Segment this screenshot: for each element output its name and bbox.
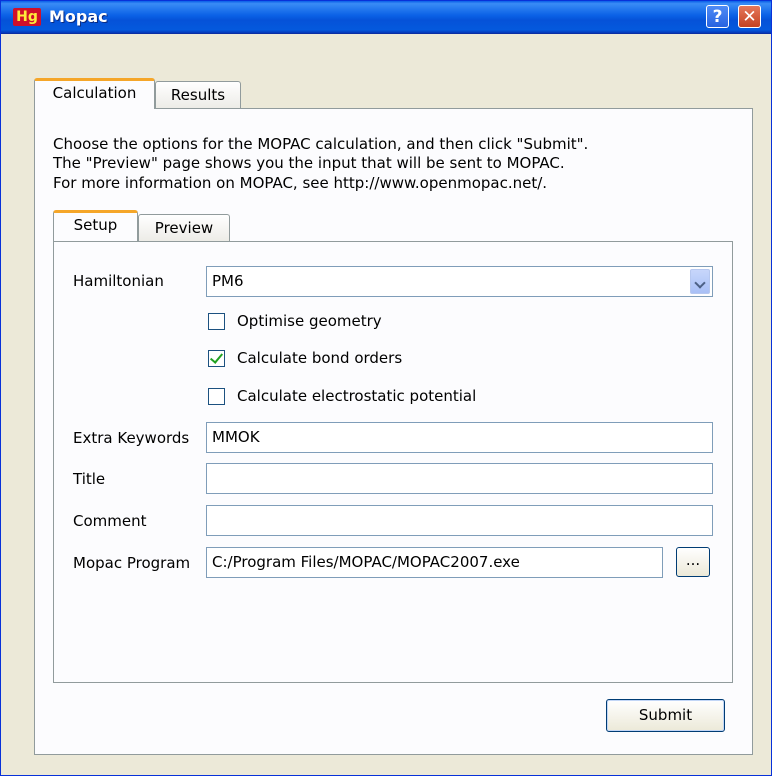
- bond-orders-checkbox[interactable]: [208, 350, 225, 367]
- esp-label: Calculate electrostatic potential: [237, 387, 477, 405]
- extra-keywords-label: Extra Keywords: [73, 429, 190, 447]
- title-label: Title: [73, 470, 106, 488]
- optimise-geometry-checkbox[interactable]: [208, 313, 225, 330]
- esp-checkbox[interactable]: [208, 388, 225, 405]
- comment-label: Comment: [73, 512, 147, 530]
- browse-button[interactable]: ...: [676, 547, 710, 577]
- mopac-program-label: Mopac Program: [73, 554, 191, 572]
- bond-orders-label: Calculate bond orders: [237, 349, 403, 367]
- hamiltonian-select[interactable]: PM6: [206, 266, 713, 297]
- mopac-program-input[interactable]: C:/Program Files/MOPAC/MOPAC2007.exe: [206, 547, 663, 578]
- mopac-dialog: Hg Mopac ? ✕ Calculation Results Choose …: [0, 0, 772, 776]
- hamiltonian-label: Hamiltonian: [73, 272, 164, 290]
- hamiltonian-value: PM6: [212, 272, 244, 290]
- title-input[interactable]: [206, 463, 713, 494]
- extra-keywords-input[interactable]: MMOK: [206, 422, 713, 453]
- optimise-geometry-label: Optimise geometry: [237, 312, 382, 330]
- comment-input[interactable]: [206, 505, 713, 536]
- chevron-down-icon[interactable]: [690, 269, 710, 294]
